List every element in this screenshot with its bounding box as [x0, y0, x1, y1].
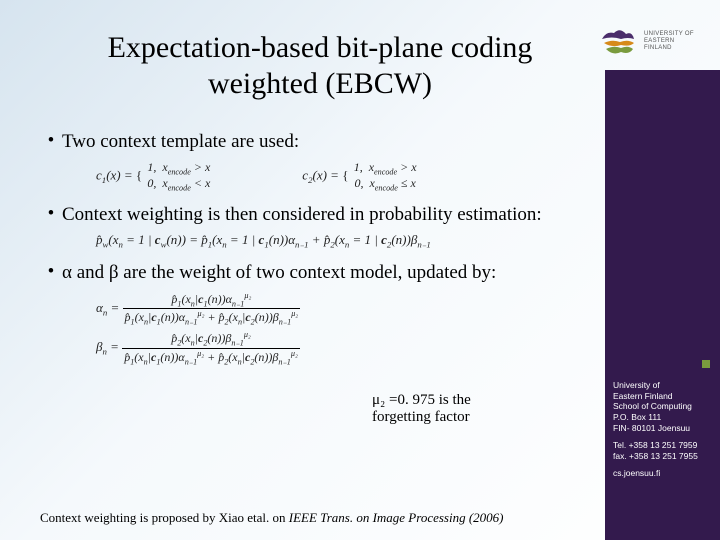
eq-c2: c2(x) = { 1, xencode > x0, xencode ≤ x [302, 160, 418, 193]
logo-mark-icon [600, 25, 642, 61]
slide-body: • Two context template are used: c1(x) =… [40, 130, 620, 376]
bullet-dot-icon: • [40, 261, 62, 285]
logo-line1: UNIVERSITY OF [644, 31, 700, 38]
eq-c1: c1(x) = { 1, xencode > x0, xencode < x [96, 160, 212, 193]
bullet-3-text: α and β are the weight of two context mo… [62, 261, 620, 285]
footnote-journal: IEEE Trans. on Image Processing (2006) [289, 510, 504, 525]
footnote: Context weighting is proposed by Xiao et… [40, 510, 580, 526]
sidebar-address: University of Eastern Finland School of … [613, 380, 708, 433]
bullet-1: • Two context template are used: [40, 130, 620, 154]
sidebar-square-icon [702, 360, 710, 368]
slide-title: Expectation-based bit-plane coding weigh… [60, 30, 580, 102]
logo-line2: EASTERN FINLAND [644, 38, 700, 52]
sidebar: University of Eastern Finland School of … [605, 70, 720, 540]
bullet-3: • α and β are the weight of two context … [40, 261, 620, 285]
uef-logo: UNIVERSITY OF EASTERN FINLAND [600, 25, 700, 75]
sidebar-telephone: Tel. +358 13 251 7959 fax. +358 13 251 7… [613, 440, 713, 461]
forgetting-factor-note: μ₂ =0. 975 is the forgetting factor [372, 392, 522, 426]
bullet-2-text: Context weighting is then considered in … [62, 203, 620, 227]
sidebar-url: cs.joensuu.fi [613, 468, 660, 479]
equation-contexts: c1(x) = { 1, xencode > x0, xencode < x c… [96, 160, 620, 193]
bullet-dot-icon: • [40, 130, 62, 154]
bullet-dot-icon: • [40, 203, 62, 227]
slide: UNIVERSITY OF EASTERN FINLAND Expectatio… [0, 0, 720, 540]
equation-pw: p̂w(xn = 1 | cw(n)) = p̂1(xn = 1 | c1(n)… [96, 232, 620, 251]
equation-alpha: αn = p̂1(xn|c1(n))αn₋1μ₂ p̂1(xn|c1(n))αn… [96, 291, 620, 327]
equation-beta: βn = p̂2(xn|c2(n))βn₋1μ₂ p̂1(xn|c1(n))αn… [96, 330, 620, 366]
bullet-1-text: Two context template are used: [62, 130, 620, 154]
bullet-2: • Context weighting is then considered i… [40, 203, 620, 227]
footnote-pre: Context weighting is proposed by Xiao et… [40, 510, 289, 525]
